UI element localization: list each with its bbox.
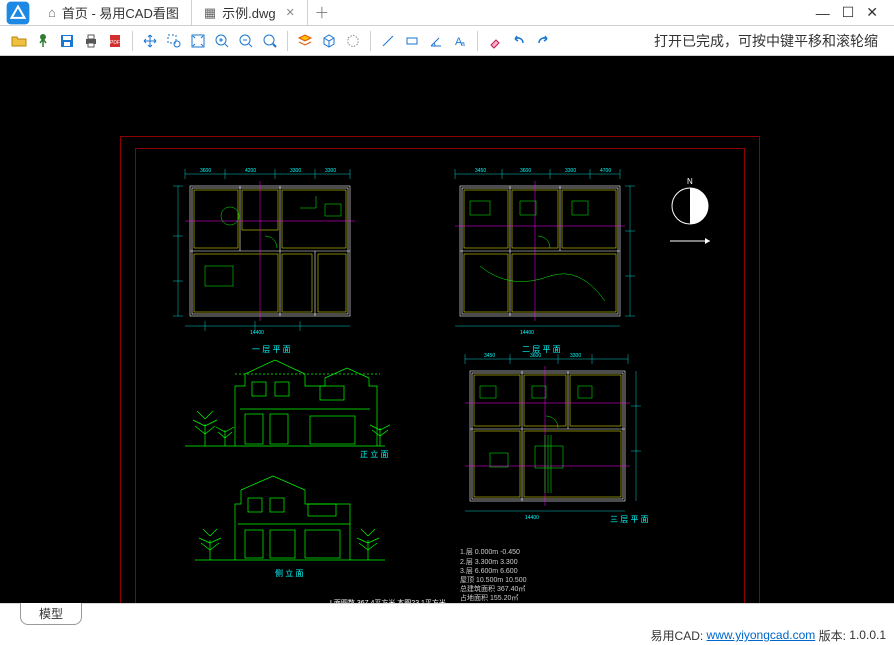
- measure-angle-button[interactable]: [425, 30, 447, 52]
- pan-button[interactable]: [139, 30, 161, 52]
- measure-rect-button[interactable]: [401, 30, 423, 52]
- tab-home[interactable]: ⌂ 首页 - 易用CAD看图: [36, 0, 192, 25]
- svg-text:3450: 3450: [475, 168, 486, 174]
- tab-file[interactable]: ▦ 示例.dwg ✕: [192, 0, 308, 25]
- svg-text:14400: 14400: [520, 330, 534, 336]
- status-url[interactable]: www.yiyongcad.com: [707, 628, 816, 642]
- statusbar: 易用CAD: www.yiyongcad.com 版本: 1.0.0.1: [0, 625, 894, 645]
- toolbar: PDF Aa 打开已完成，可按中键平移和滚轮缩: [0, 26, 894, 56]
- tabs: ⌂ 首页 - 易用CAD看图 ▦ 示例.dwg ✕ ＋: [36, 0, 800, 25]
- svg-text:14400: 14400: [250, 330, 264, 336]
- status-version-label: 版本:: [819, 627, 846, 644]
- drawing-content: 3600420033003300 14400 一 层 平 面: [120, 136, 760, 603]
- 3d-view-button[interactable]: [318, 30, 340, 52]
- zoom-extents-button[interactable]: [187, 30, 209, 52]
- svg-text:3300: 3300: [565, 168, 576, 174]
- zoom-button[interactable]: [259, 30, 281, 52]
- svg-text:a: a: [461, 41, 465, 48]
- app-logo: [0, 0, 36, 25]
- status-app-label: 易用CAD:: [651, 627, 704, 644]
- pdf-button[interactable]: PDF: [104, 30, 126, 52]
- svg-text:4700: 4700: [600, 168, 611, 174]
- open-button[interactable]: [8, 30, 30, 52]
- measure-line-button[interactable]: [377, 30, 399, 52]
- svg-text:3600: 3600: [530, 353, 541, 359]
- svg-text:3450: 3450: [484, 353, 495, 359]
- layout-tabs: 模型: [0, 603, 894, 625]
- drawing-canvas[interactable]: 3600420033003300 14400 一 层 平 面: [0, 56, 894, 603]
- zoom-in-button[interactable]: [211, 30, 233, 52]
- close-button[interactable]: ✕: [866, 4, 878, 21]
- print-button[interactable]: [80, 30, 102, 52]
- undo-button[interactable]: [508, 30, 530, 52]
- tab-label: 示例.dwg: [222, 3, 275, 22]
- svg-text:3300: 3300: [325, 168, 336, 174]
- home-icon: ⌂: [48, 5, 56, 20]
- summary-line: L面图数 367.4平方米 本图23.1平方米: [330, 598, 446, 603]
- plan3-label: 三 层 平 面: [610, 514, 649, 525]
- hint-text: 打开已完成，可按中键平移和滚轮缩: [654, 31, 886, 51]
- window-controls: — ☐ ✕: [800, 0, 894, 25]
- svg-text:4200: 4200: [245, 168, 256, 174]
- grid-icon: ▦: [204, 5, 216, 21]
- save-button[interactable]: [56, 30, 78, 52]
- svg-text:3300: 3300: [570, 353, 581, 359]
- elev-side-label: 侧 立 面: [275, 568, 303, 579]
- close-icon[interactable]: ✕: [286, 6, 295, 19]
- svg-text:3600: 3600: [200, 168, 211, 174]
- redo-button[interactable]: [532, 30, 554, 52]
- svg-text:N: N: [687, 177, 693, 186]
- zoom-out-button[interactable]: [235, 30, 257, 52]
- minimize-button[interactable]: —: [816, 5, 830, 21]
- 3d-wire-button[interactable]: [342, 30, 364, 52]
- elev-front-label: 正 立 面: [360, 449, 388, 460]
- svg-text:3600: 3600: [520, 168, 531, 174]
- palm-button[interactable]: [32, 30, 54, 52]
- status-version: 1.0.0.1: [849, 628, 886, 642]
- add-tab-button[interactable]: ＋: [308, 0, 336, 25]
- text-button[interactable]: Aa: [449, 30, 471, 52]
- titlebar: ⌂ 首页 - 易用CAD看图 ▦ 示例.dwg ✕ ＋ — ☐ ✕: [0, 0, 894, 26]
- eraser-button[interactable]: [484, 30, 506, 52]
- tab-label: 首页 - 易用CAD看图: [62, 3, 179, 22]
- maximize-button[interactable]: ☐: [842, 4, 855, 21]
- svg-text:3300: 3300: [290, 168, 301, 174]
- zoom-window-button[interactable]: [163, 30, 185, 52]
- svg-text:PDF: PDF: [110, 40, 120, 46]
- drawing-info-block: 1.层 0.000m -0.450 2.层 3.300m 3.300 3.层 6…: [460, 548, 527, 603]
- layers-button[interactable]: [294, 30, 316, 52]
- svg-text:14400: 14400: [525, 515, 539, 521]
- model-tab[interactable]: 模型: [20, 602, 82, 625]
